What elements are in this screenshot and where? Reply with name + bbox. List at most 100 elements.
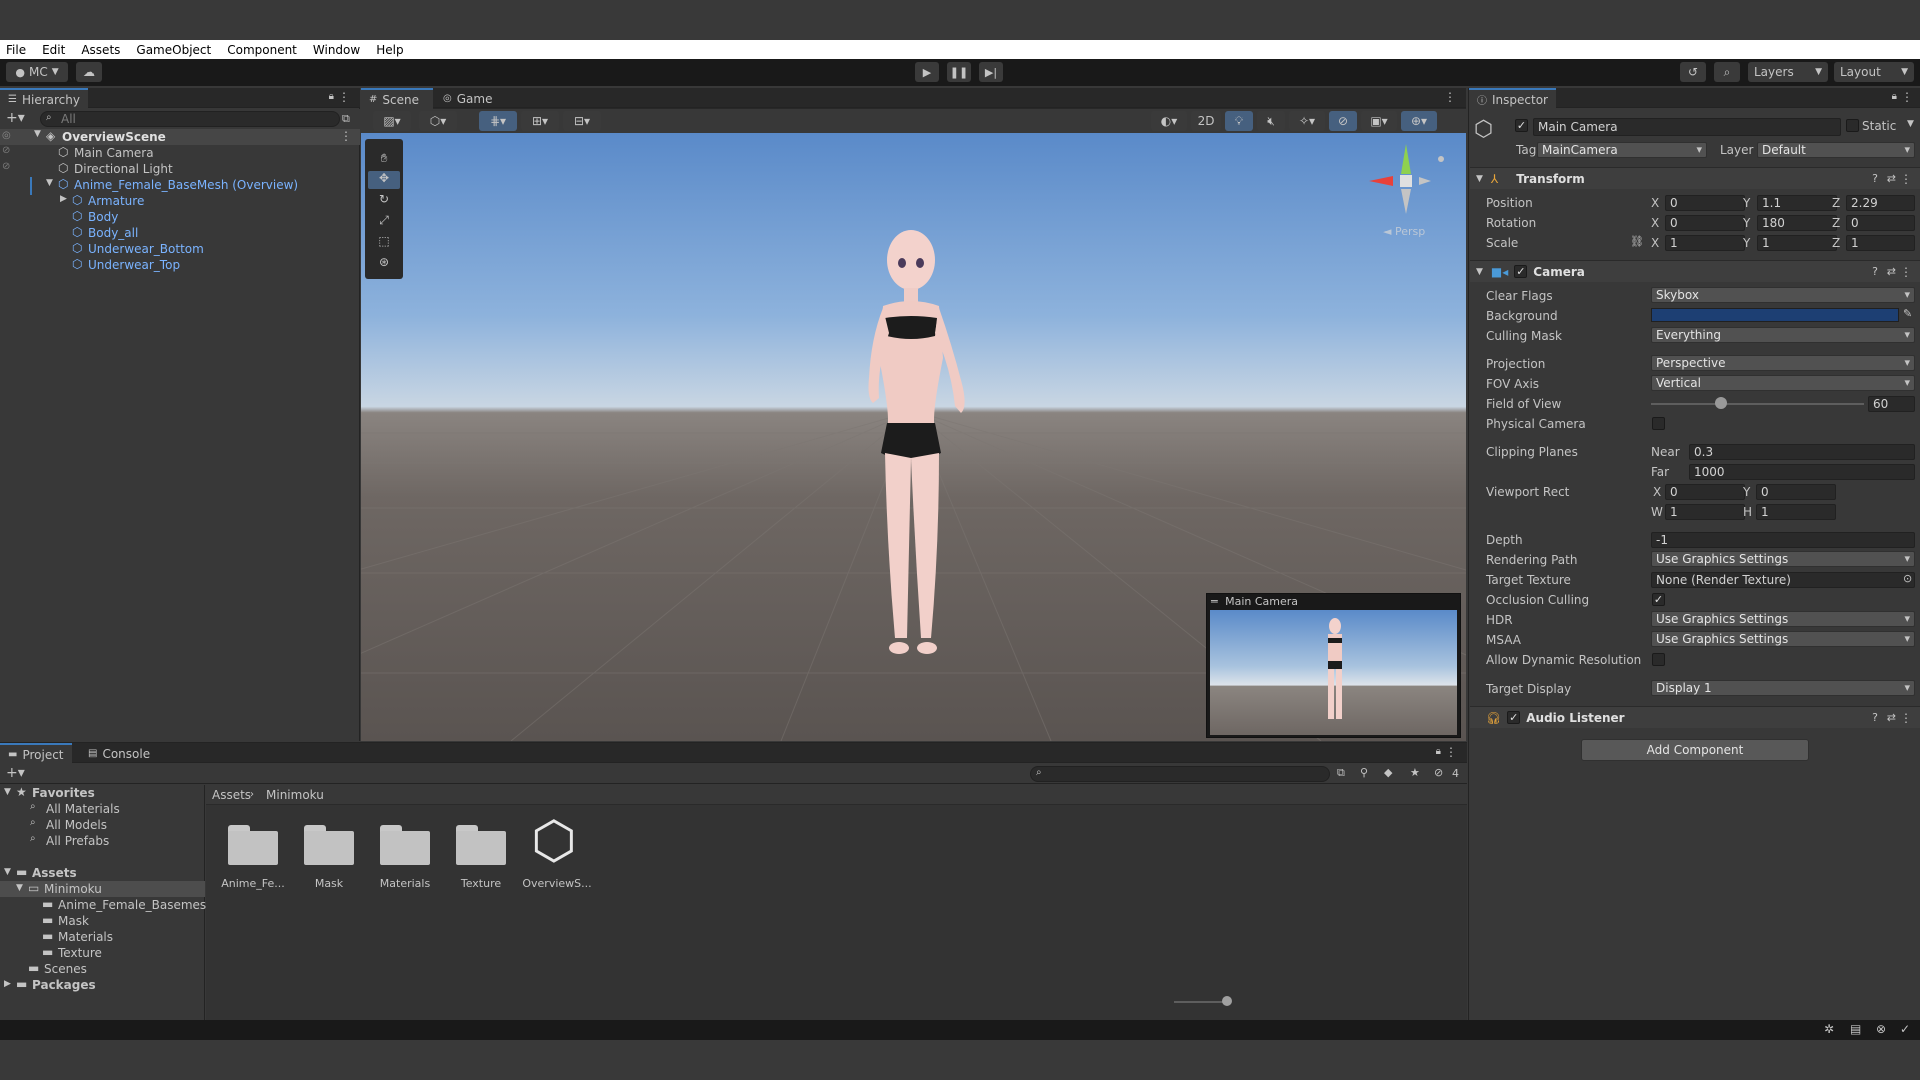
expand-arrow-icon[interactable]: ▼: [46, 178, 53, 188]
expand-arrow-icon[interactable]: ▼: [34, 129, 41, 139]
tab-inspector[interactable]: ⓘ Inspector: [1469, 88, 1556, 109]
vp-x-input[interactable]: 0: [1665, 484, 1745, 500]
more-icon[interactable]: ⋮: [1900, 711, 1912, 725]
orientation-gizmo[interactable]: [1361, 139, 1451, 229]
subfolder-item[interactable]: Anime_Female_Basemesh: [58, 897, 214, 913]
menu-component[interactable]: Component: [227, 43, 297, 57]
draw-mode-dropdown[interactable]: ▨▾: [373, 111, 411, 131]
expand-arrow-icon[interactable]: ▶: [60, 194, 67, 204]
step-button[interactable]: ▶|: [979, 62, 1003, 82]
rendering-path-dropdown[interactable]: Use Graphics Settings: [1651, 551, 1915, 567]
rect-tool-button[interactable]: ⬚: [368, 234, 400, 252]
audio-listener-checkbox[interactable]: ✓: [1507, 711, 1521, 724]
object-picker-icon[interactable]: ⊙: [1903, 572, 1912, 585]
favorite-star-icon[interactable]: ★: [1410, 766, 1420, 779]
position-y-input[interactable]: 1.1: [1757, 195, 1837, 211]
fov-axis-dropdown[interactable]: Vertical: [1651, 375, 1915, 391]
tab-game[interactable]: ◎ Game: [435, 88, 500, 109]
network-icon[interactable]: ⊗: [1876, 1022, 1886, 1036]
preset-icon[interactable]: ⇄: [1887, 711, 1896, 724]
asset-item[interactable]: Anime_Fe...: [213, 813, 293, 903]
camera-settings-dropdown[interactable]: ▣▾: [1361, 111, 1397, 131]
search-by-type-icon[interactable]: ⧉: [1337, 766, 1345, 780]
eyedropper-icon[interactable]: ✎: [1903, 307, 1912, 320]
tab-scene[interactable]: # Scene: [361, 88, 433, 109]
scale-y-input[interactable]: 1: [1757, 235, 1837, 251]
preset-icon[interactable]: ⇄: [1887, 172, 1896, 185]
grid-snap-dropdown[interactable]: ⊞▾: [521, 111, 559, 131]
hierarchy-item[interactable]: ⬡ Main Camera: [0, 145, 360, 161]
scale-z-input[interactable]: 1: [1846, 235, 1915, 251]
asset-item[interactable]: Mask: [289, 813, 369, 903]
favorites-label[interactable]: Favorites: [32, 785, 95, 801]
msaa-dropdown[interactable]: Use Graphics Settings: [1651, 631, 1915, 647]
tab-console[interactable]: ▤ Console: [80, 743, 158, 764]
preset-icon[interactable]: ⇄: [1887, 265, 1896, 278]
lock-icon[interactable]: 🔒︎: [1436, 746, 1441, 757]
subfolder-item[interactable]: Mask: [58, 913, 89, 929]
hand-tool-button[interactable]: ✋︎: [368, 151, 400, 169]
tab-project[interactable]: ▬ Project: [0, 743, 72, 764]
breadcrumb-assets[interactable]: Assets: [212, 787, 251, 803]
search-by-label-icon[interactable]: ⚲: [1360, 766, 1368, 779]
fov-slider-track[interactable]: [1651, 403, 1864, 405]
fov-input[interactable]: 60: [1868, 396, 1915, 412]
visibility-icon[interactable]: ◎: [2, 130, 11, 141]
occlusion-culling-checkbox[interactable]: ✓: [1652, 593, 1665, 606]
scene-search-icon[interactable]: ⧉: [342, 112, 350, 126]
packages-folder-label[interactable]: Packages: [32, 977, 96, 993]
increment-snap-dropdown[interactable]: ⊟▾: [563, 111, 601, 131]
tag-dropdown[interactable]: MainCamera: [1537, 142, 1707, 158]
undo-history-button[interactable]: ↺: [1680, 62, 1706, 82]
layout-dropdown[interactable]: Layout ▼: [1834, 62, 1914, 82]
scale-tool-button[interactable]: ⤢: [368, 213, 400, 231]
more-icon[interactable]: ⋮: [1900, 265, 1912, 279]
menu-assets[interactable]: Assets: [81, 43, 120, 57]
label-filter-icon[interactable]: ◆: [1384, 766, 1392, 779]
hierarchy-scene-row[interactable]: ◎ ▼ ◈ OverviewScene ⋮: [0, 129, 360, 145]
menu-edit[interactable]: Edit: [42, 43, 65, 57]
hierarchy-search-input[interactable]: All: [40, 111, 340, 127]
hierarchy-item[interactable]: ⬡ Directional Light: [0, 161, 360, 177]
dynamic-resolution-checkbox[interactable]: [1652, 653, 1665, 666]
help-icon[interactable]: ?: [1872, 172, 1878, 185]
projection-dropdown[interactable]: Perspective: [1651, 355, 1915, 371]
icon-size-slider-thumb[interactable]: [1222, 996, 1232, 1006]
asset-item[interactable]: Materials: [365, 813, 445, 903]
culling-mask-dropdown[interactable]: Everything: [1651, 327, 1915, 343]
lighting-toggle[interactable]: 💡︎: [1225, 111, 1253, 131]
hidden-packages-icon[interactable]: ⊘: [1434, 766, 1443, 779]
menu-gameobject[interactable]: GameObject: [136, 43, 211, 57]
audio-listener-header[interactable]: 🎧︎ ✓ Audio Listener ? ⇄ ⋮: [1470, 706, 1920, 728]
background-color-swatch[interactable]: [1651, 308, 1899, 322]
transform-tool-button[interactable]: ⊛: [368, 255, 400, 273]
menu-help[interactable]: Help: [376, 43, 403, 57]
chevron-down-icon[interactable]: ▼: [1907, 119, 1914, 129]
hdr-dropdown[interactable]: Use Graphics Settings: [1651, 611, 1915, 627]
scenes-folder-label[interactable]: Scenes: [44, 961, 87, 977]
camera-enabled-checkbox[interactable]: ✓: [1514, 265, 1528, 278]
static-checkbox[interactable]: [1846, 119, 1859, 132]
cloud-button[interactable]: ☁: [76, 62, 102, 82]
expand-arrow-icon[interactable]: ▼: [4, 867, 11, 877]
active-checkbox[interactable]: ✓: [1515, 119, 1528, 132]
link-icon[interactable]: ⛓︎: [1630, 235, 1644, 248]
hierarchy-item[interactable]: ⬡ Body_all: [0, 225, 360, 241]
hidden-eye-icon[interactable]: ⊘: [2, 161, 10, 172]
more-icon[interactable]: ⋮: [1900, 172, 1912, 186]
project-search-input[interactable]: [1030, 766, 1330, 782]
subfolder-item[interactable]: Texture: [58, 945, 102, 961]
tab-hierarchy[interactable]: ☰ Hierarchy: [0, 88, 88, 109]
lock-icon[interactable]: 🔒︎: [1892, 91, 1897, 102]
play-button[interactable]: ▶: [915, 62, 939, 82]
favorite-item[interactable]: All Models: [46, 817, 107, 833]
expand-arrow-icon[interactable]: ▼: [4, 787, 11, 797]
hierarchy-item[interactable]: ▶ ⬡ Armature: [0, 193, 360, 209]
vp-h-input[interactable]: 1: [1756, 504, 1836, 520]
assets-folder-label[interactable]: Assets: [32, 865, 77, 881]
layers-dropdown[interactable]: Layers ▼: [1748, 62, 1828, 82]
rotate-tool-button[interactable]: ↻: [368, 192, 400, 210]
target-display-dropdown[interactable]: Display 1: [1651, 680, 1915, 696]
pause-button[interactable]: ❚❚: [947, 62, 971, 82]
position-z-input[interactable]: 2.29: [1846, 195, 1915, 211]
